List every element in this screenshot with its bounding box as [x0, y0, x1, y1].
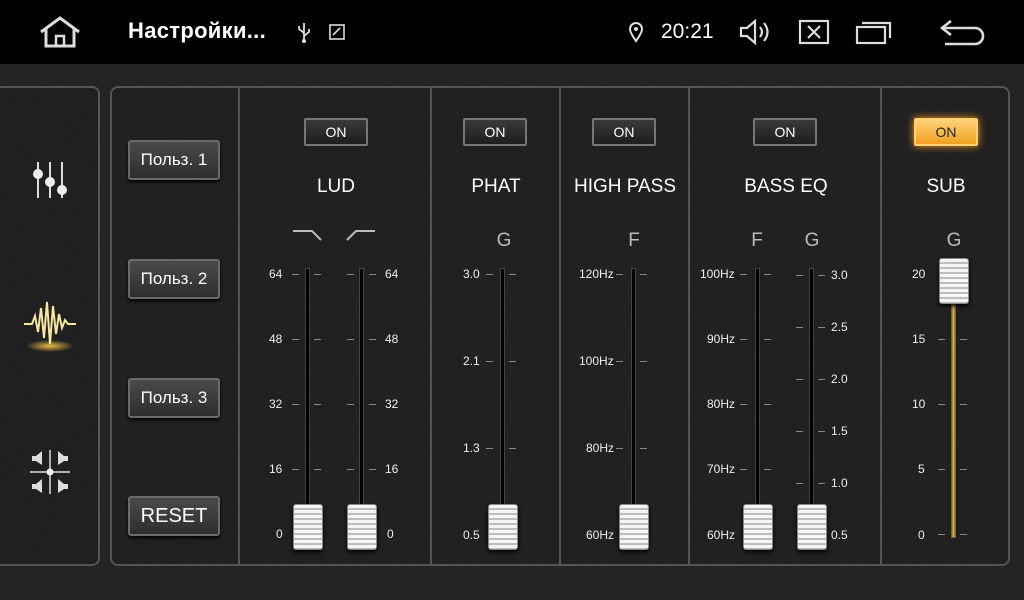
tick-label: 16: [269, 462, 283, 476]
back-icon[interactable]: [938, 12, 988, 52]
tick-label: 1.5: [831, 424, 848, 438]
location-icon: [626, 12, 646, 52]
tick-label: 64: [269, 267, 283, 281]
highpass-curve-icon: [346, 226, 376, 247]
phat-title: PHAT: [471, 176, 521, 197]
divider: [238, 88, 240, 564]
tick-label: 32: [385, 397, 399, 411]
tick-label: 100Hz: [700, 267, 735, 281]
tick-label: 60Hz: [586, 528, 615, 542]
sub-slider-track[interactable]: [951, 288, 956, 538]
sub-title: SUB: [926, 176, 966, 197]
sub-on-toggle[interactable]: ON: [914, 118, 978, 146]
tick-label: 80Hz: [586, 441, 615, 455]
page-title: Настройки...: [128, 18, 267, 43]
tick-label: 0: [387, 527, 394, 541]
tick-label: 2.1: [463, 354, 480, 368]
preset-user3-button[interactable]: Польз. 3: [128, 378, 220, 418]
phat-gain-label: G: [496, 230, 512, 251]
tick-label: 1.0: [831, 476, 848, 490]
divider: [559, 88, 561, 564]
sub-gain-label: G: [946, 230, 962, 251]
sound-wave-icon[interactable]: [22, 294, 78, 354]
home-icon[interactable]: [36, 12, 84, 52]
basseq-on-toggle[interactable]: ON: [753, 118, 817, 146]
audio-settings-panel: Польз. 1 Польз. 2 Польз. 3 RESET ON LUD …: [110, 86, 1010, 566]
tick-label: 70Hz: [707, 462, 736, 476]
divider: [880, 88, 882, 564]
usb-icon: [294, 12, 314, 52]
tick-label: 2.0: [831, 372, 848, 386]
basseq-freq-label: F: [751, 230, 763, 251]
tick-label: 20: [912, 267, 926, 281]
lud-high-slider-handle[interactable]: [347, 504, 377, 550]
tick-label: 3.0: [463, 267, 480, 281]
preset-user1-button[interactable]: Польз. 1: [128, 140, 220, 180]
tick-label: 48: [269, 332, 283, 346]
screenshot-icon: [327, 12, 347, 52]
highpass-slider-handle[interactable]: [619, 504, 649, 550]
tick-label: 16: [385, 462, 399, 476]
basseq-freq-slider-handle[interactable]: [743, 504, 773, 550]
lud-low-slider-handle[interactable]: [293, 504, 323, 550]
close-app-icon[interactable]: [796, 12, 832, 52]
phat-on-toggle[interactable]: ON: [463, 118, 527, 146]
basseq-gain-slider-handle[interactable]: [797, 504, 827, 550]
tick-label: 120Hz: [579, 267, 614, 281]
tick-label: 100Hz: [579, 354, 614, 368]
tick-label: 80Hz: [707, 397, 736, 411]
divider: [688, 88, 690, 564]
tick-label: 1.3: [463, 441, 480, 455]
volume-icon[interactable]: [736, 12, 774, 52]
tick-label: 48: [385, 332, 399, 346]
clock: 20:21: [661, 20, 714, 43]
lud-title: LUD: [316, 176, 355, 197]
recent-apps-icon[interactable]: [854, 12, 894, 52]
basseq-title: BASS EQ: [744, 176, 828, 197]
divider: [430, 88, 432, 564]
tick-label: 5: [918, 462, 925, 476]
highpass-title: HIGH PASS: [573, 176, 677, 197]
tick-label: 3.0: [831, 268, 848, 282]
phat-slider-handle[interactable]: [488, 504, 518, 550]
tick-label: 2.5: [831, 320, 848, 334]
preset-user2-button[interactable]: Польз. 2: [128, 259, 220, 299]
speaker-balance-icon[interactable]: [28, 448, 72, 496]
basseq-gain-label: G: [804, 230, 820, 251]
tick-label: 0.5: [463, 528, 480, 542]
sub-slider-handle[interactable]: [939, 258, 969, 304]
tick-label: 32: [269, 397, 283, 411]
tick-label: 90Hz: [707, 332, 736, 346]
reset-button[interactable]: RESET: [128, 496, 220, 536]
tick-label: 0.5: [831, 528, 848, 542]
tick-label: 10: [912, 397, 926, 411]
sidebar: [0, 86, 100, 566]
equalizer-sliders-icon[interactable]: [28, 158, 72, 202]
tick-label: 0: [276, 527, 283, 541]
highpass-on-toggle[interactable]: ON: [592, 118, 656, 146]
tick-label: 60Hz: [707, 528, 736, 542]
highpass-freq-label: F: [628, 230, 640, 251]
tick-label: 15: [912, 332, 926, 346]
lud-on-toggle[interactable]: ON: [304, 118, 368, 146]
tick-label: 64: [385, 267, 399, 281]
lowpass-curve-icon: [292, 226, 322, 247]
status-bar: Настройки... 20:21: [0, 0, 1024, 64]
tick-label: 0: [918, 528, 925, 542]
